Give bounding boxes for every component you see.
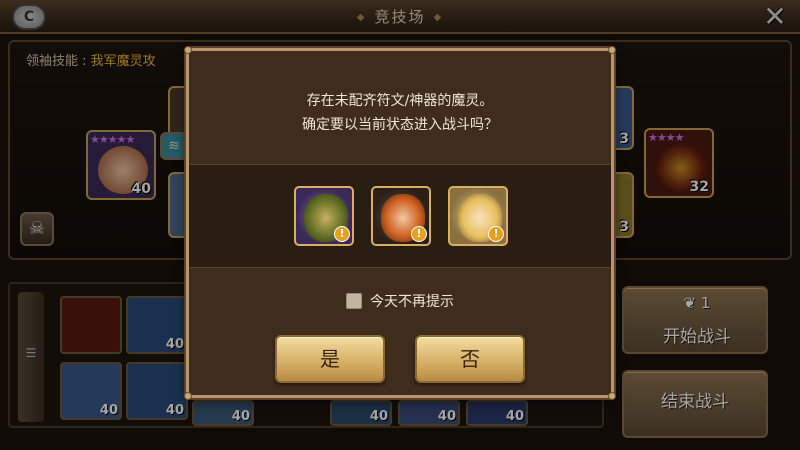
- dialog-message: 存在未配齐符文/神器的魔灵。 确定要以当前状态进入战斗吗？: [189, 89, 611, 137]
- corner-rivet-icon: [184, 392, 192, 400]
- yes-label: 是: [320, 347, 340, 371]
- warning-icon: !: [488, 226, 504, 242]
- corner-rivet-icon: [608, 46, 616, 54]
- monster-portrait-dragon[interactable]: !: [294, 186, 354, 246]
- no-label: 否: [460, 347, 480, 371]
- yes-button[interactable]: 是: [275, 335, 385, 383]
- corner-rivet-icon: [608, 392, 616, 400]
- monster-portrait-blonde[interactable]: !: [448, 186, 508, 246]
- warning-icon: !: [334, 226, 350, 242]
- dont-remind-checkbox[interactable]: [346, 293, 362, 309]
- warning-icon: !: [411, 226, 427, 242]
- dont-remind-row[interactable]: 今天不再提示: [189, 291, 611, 311]
- dialog-message-line2: 确定要以当前状态进入战斗吗？: [302, 117, 498, 133]
- monster-portrait-clown[interactable]: !: [371, 186, 431, 246]
- dont-remind-label: 今天不再提示: [370, 294, 454, 310]
- confirm-dialog: 存在未配齐符文/神器的魔灵。 确定要以当前状态进入战斗吗？ ! ! ! 今天不再…: [184, 46, 616, 400]
- dialog-message-line1: 存在未配齐符文/神器的魔灵。: [306, 93, 494, 109]
- no-button[interactable]: 否: [415, 335, 525, 383]
- corner-rivet-icon: [184, 46, 192, 54]
